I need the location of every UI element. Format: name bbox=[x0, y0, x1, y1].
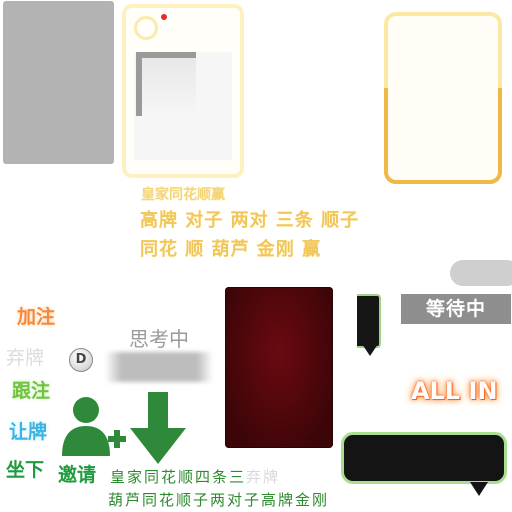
check-button[interactable]: 让牌 bbox=[9, 417, 47, 444]
thinking-progress-bar bbox=[105, 352, 213, 382]
sit-down-button[interactable]: 坐下 bbox=[6, 455, 44, 482]
invite-button[interactable]: 邀请 bbox=[58, 460, 96, 487]
card-slot bbox=[134, 52, 232, 160]
small-speech-bubble bbox=[357, 294, 381, 348]
dealer-chip-icon: D bbox=[69, 348, 93, 372]
green-hand-labels-2: 葫芦同花顺子两对子高牌金刚 bbox=[108, 491, 330, 509]
player-seat-frame[interactable] bbox=[122, 4, 244, 178]
notification-dot bbox=[161, 14, 167, 20]
hand-ranks-line-2: 同花 顺 葫芦 金刚 赢 bbox=[140, 239, 322, 260]
green-hand-labels-faint: 弃牌 bbox=[246, 468, 281, 486]
thinking-status: 思考中 bbox=[129, 327, 189, 351]
hand-ranks-line-1: 高牌 对子 两对 三条 顺子 bbox=[140, 210, 360, 231]
all-in-label: ALL IN bbox=[411, 377, 498, 405]
card-slot-corner bbox=[136, 52, 196, 116]
waiting-status: 等待中 bbox=[401, 294, 511, 324]
fold-button[interactable]: 弃牌 bbox=[6, 343, 44, 370]
chat-bubble bbox=[341, 432, 507, 484]
small-speech-bubble-tail bbox=[362, 344, 378, 356]
card-back bbox=[225, 287, 333, 448]
avatar-ring-icon bbox=[134, 16, 158, 40]
winner-seat-frame bbox=[384, 12, 502, 184]
green-hand-labels-1: 皇家同花顺四条三弃牌 bbox=[110, 466, 280, 487]
gray-pill-button[interactable] bbox=[450, 260, 512, 286]
down-arrow-icon[interactable] bbox=[130, 392, 186, 464]
gray-card-placeholder bbox=[3, 1, 114, 164]
chat-bubble-tail bbox=[470, 482, 488, 496]
green-hand-labels-main: 皇家同花顺四条三 bbox=[110, 468, 247, 486]
royal-flush-label: 皇家同花顺赢 bbox=[141, 187, 225, 203]
add-user-icon[interactable] bbox=[58, 394, 128, 460]
raise-button[interactable]: 加注 bbox=[17, 302, 55, 329]
call-button[interactable]: 跟注 bbox=[12, 376, 50, 403]
